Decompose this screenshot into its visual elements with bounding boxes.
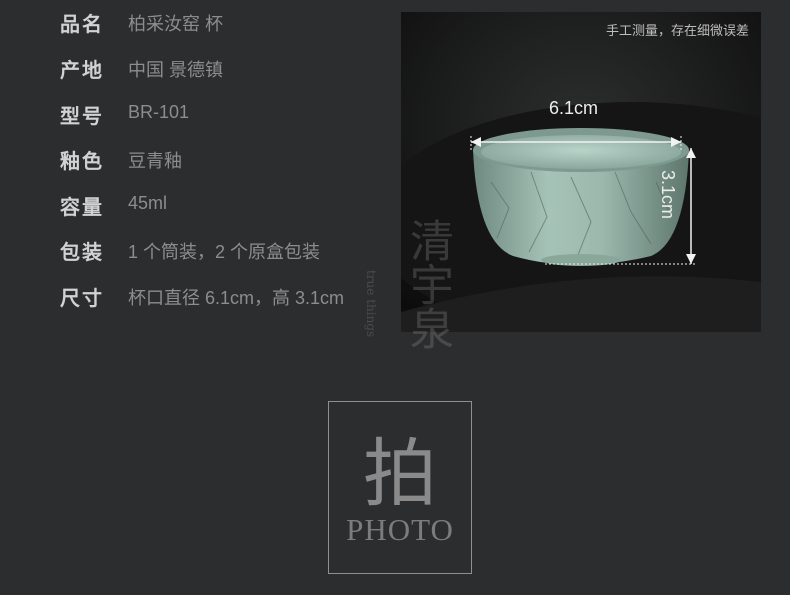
spec-value: 45ml	[128, 193, 168, 213]
spec-label: 品名	[60, 12, 104, 36]
spec-value: 中国 景德镇	[128, 60, 224, 80]
measurement-note: 手工测量，存在细微误差	[605, 24, 749, 39]
spec-value: 杯口直径 6.1cm，高 3.1cm	[128, 288, 345, 308]
height-label: 3.1cm	[658, 170, 678, 220]
spec-value: 豆青釉	[128, 151, 182, 171]
brand-watermark: 清宇泉	[398, 218, 456, 350]
spec-label: 尺寸	[60, 286, 104, 310]
cup-interior	[481, 135, 681, 169]
stamp-text: PHOTO	[346, 512, 454, 547]
stamp-char: 拍	[363, 431, 437, 517]
spec-label: 釉色	[60, 149, 104, 173]
photo-stamp: 拍 PHOTO	[328, 401, 472, 574]
width-label: 6.1cm	[549, 98, 599, 118]
watermark-subtext: true things	[364, 270, 378, 338]
spec-value: 1 个筒装，2 个原盒包装	[128, 242, 321, 262]
spec-label: 产地	[60, 58, 104, 82]
spec-label: 包装	[60, 240, 104, 264]
watermark-text: 清宇泉	[402, 218, 453, 350]
spec-label: 型号	[60, 104, 104, 128]
spec-value: BR-101	[128, 102, 190, 122]
spec-value: 柏采汝窑 杯	[128, 14, 224, 34]
spec-label: 容量	[60, 195, 104, 219]
